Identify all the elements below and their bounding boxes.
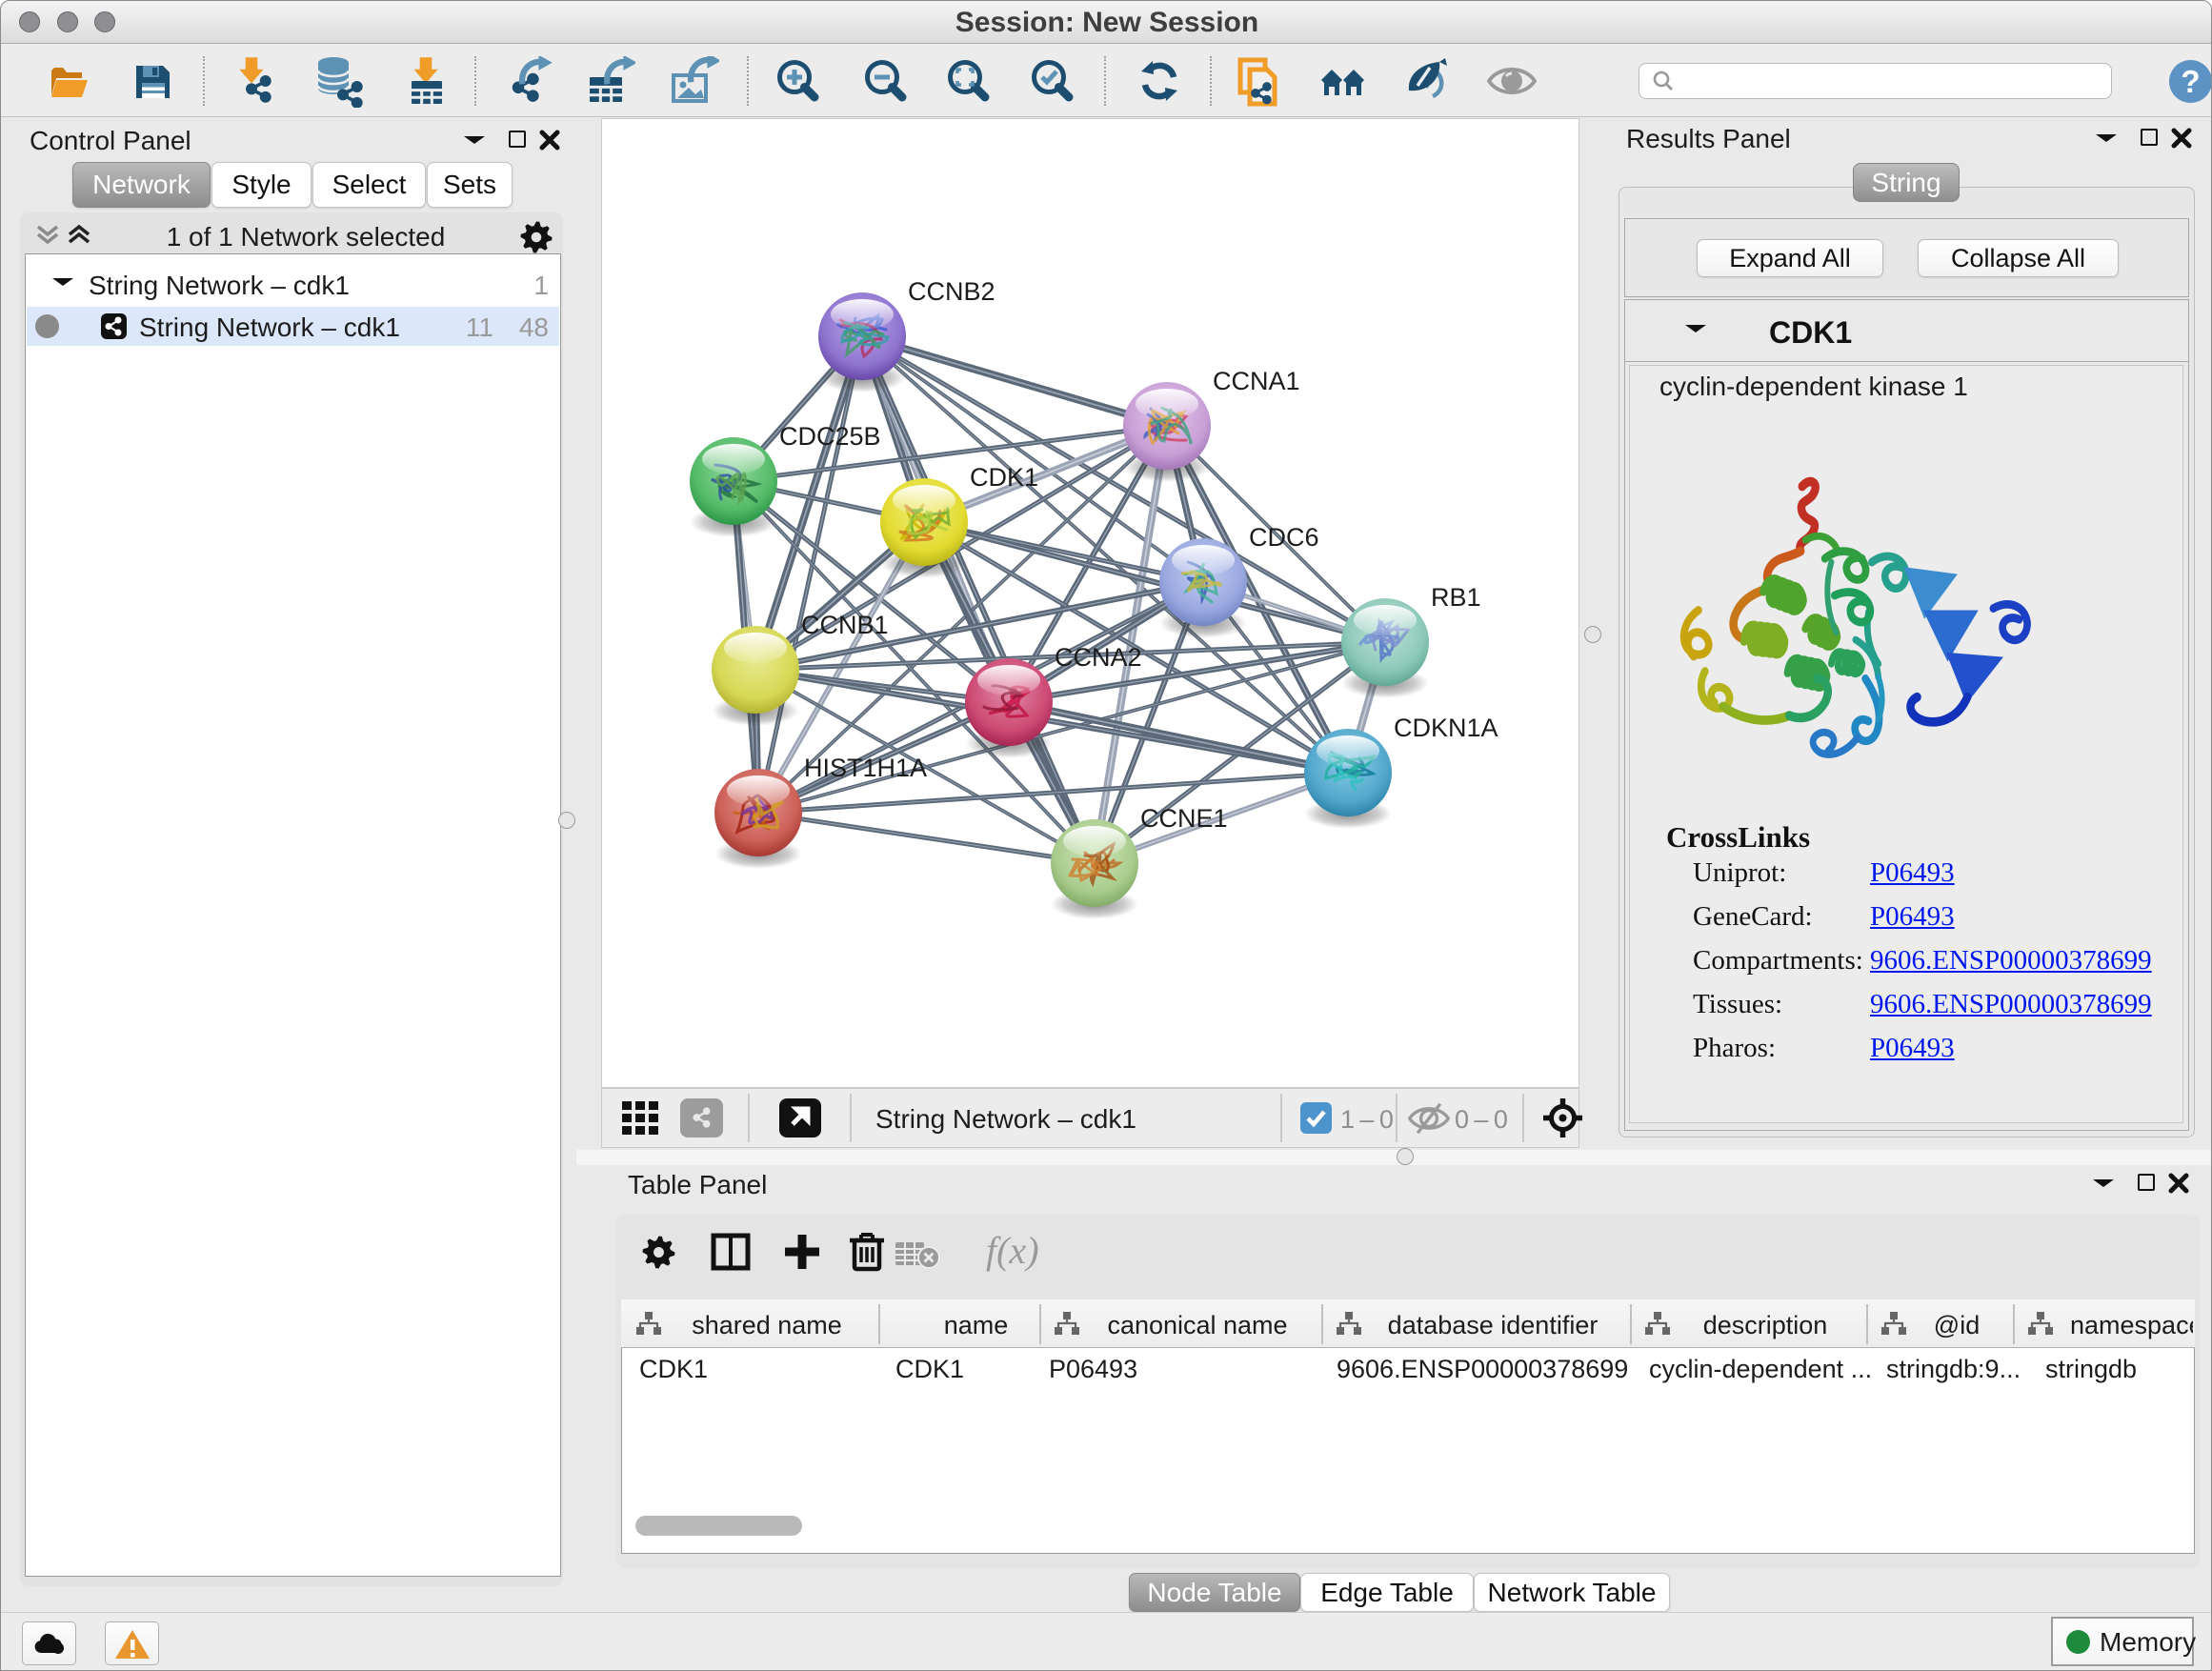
svg-text:CCNB2: CCNB2 [908, 277, 995, 306]
svg-text:CCNB1: CCNB1 [801, 611, 889, 639]
svg-text:CCNA1: CCNA1 [1213, 367, 1300, 395]
svg-text:CCNA2: CCNA2 [1055, 643, 1142, 672]
svg-text:RB1: RB1 [1431, 583, 1481, 612]
svg-text:CDC25B: CDC25B [779, 422, 881, 451]
svg-text:CCNE1: CCNE1 [1140, 804, 1228, 833]
svg-text:CDKN1A: CDKN1A [1394, 714, 1498, 742]
svg-text:HIST1H1A: HIST1H1A [804, 754, 927, 782]
svg-text:CDC6: CDC6 [1249, 523, 1319, 552]
svg-text:CDK1: CDK1 [970, 463, 1038, 492]
